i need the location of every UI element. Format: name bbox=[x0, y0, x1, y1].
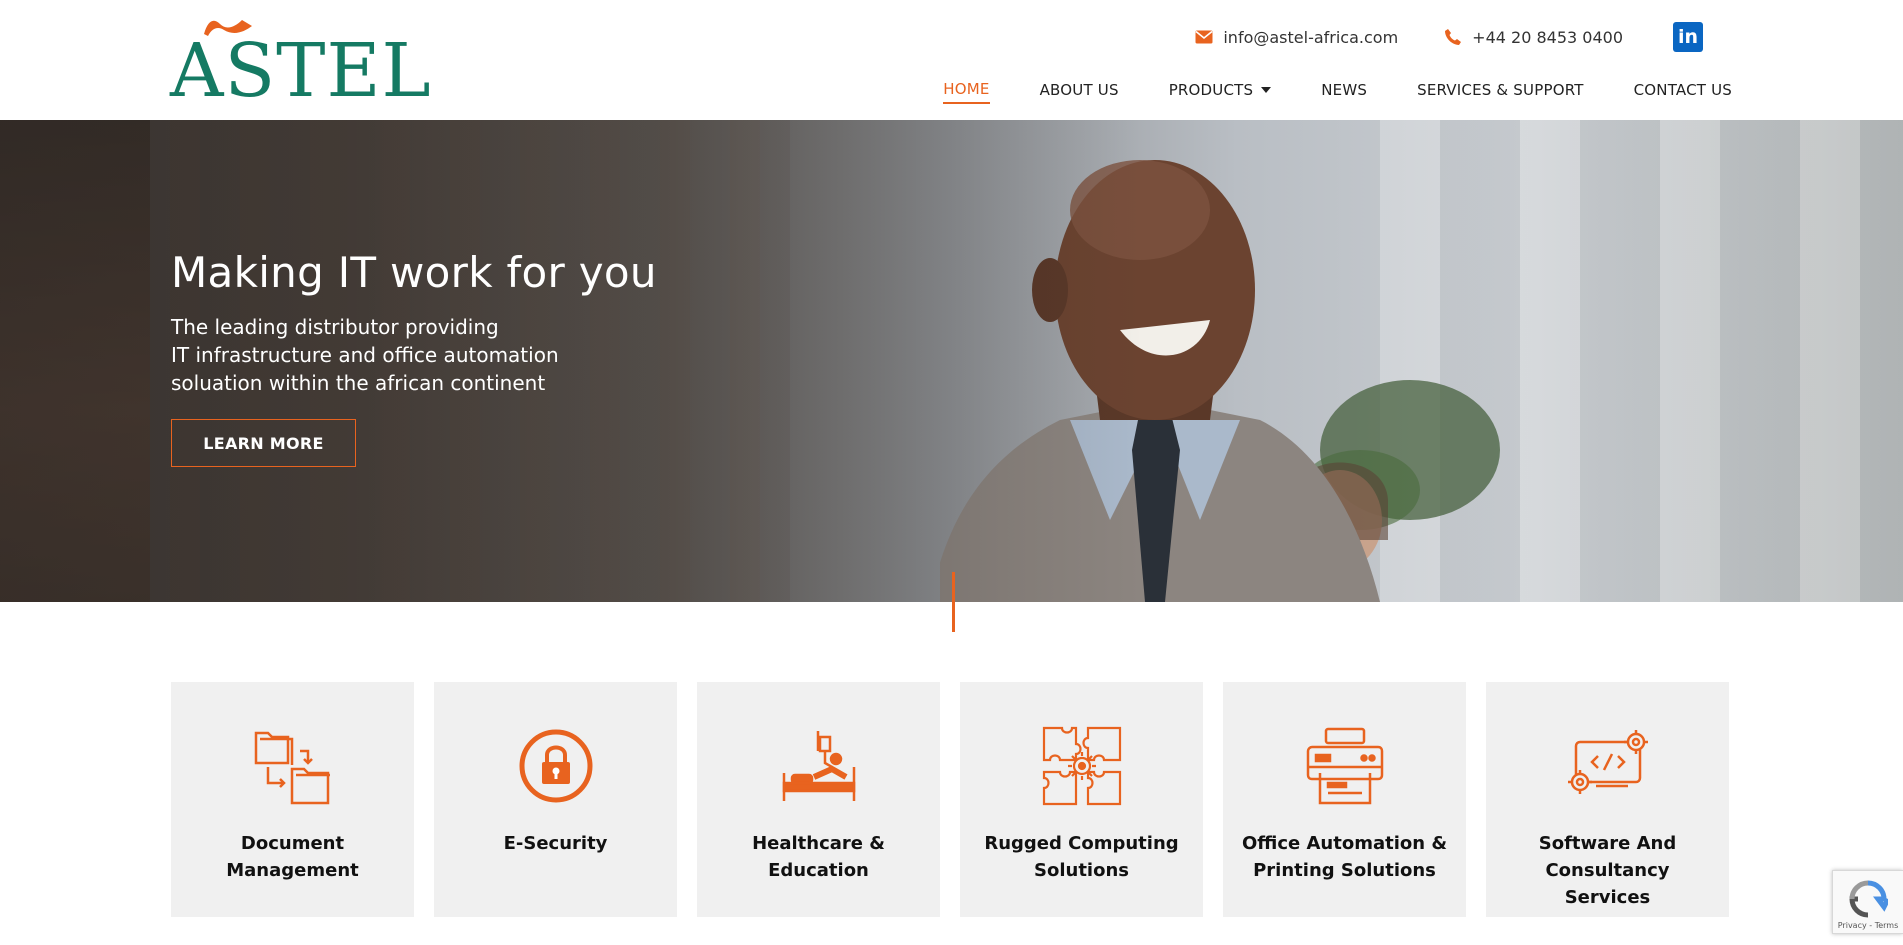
logo-wordmark: ASTEL bbox=[170, 28, 432, 114]
phone-icon bbox=[1445, 29, 1462, 45]
puzzle-gear-icon bbox=[1042, 726, 1122, 806]
recaptcha-badge[interactable]: Privacy - Terms bbox=[1832, 870, 1903, 934]
service-label: Rugged Computing Solutions bbox=[984, 833, 1179, 881]
hero-banner: Making IT work for you The leading distr… bbox=[0, 120, 1903, 602]
service-label: E-Security bbox=[503, 833, 608, 854]
contact-bar: info@astel-africa.com +44 20 8453 0400 i… bbox=[1195, 22, 1703, 52]
main-nav: HOME ABOUT US PRODUCTS NEWS SERVICES & S… bbox=[943, 80, 1732, 104]
service-card-software-consultancy[interactable]: Software And Consultancy Services bbox=[1486, 682, 1729, 917]
learn-more-button[interactable]: LEARN MORE bbox=[171, 419, 356, 467]
printer-icon bbox=[1305, 726, 1385, 806]
service-card-e-security[interactable]: E-Security bbox=[434, 682, 677, 917]
email-text: info@astel-africa.com bbox=[1223, 27, 1399, 47]
service-card-office-automation[interactable]: Office Automation & Printing Solutions bbox=[1223, 682, 1466, 917]
service-card-document-management[interactable]: Document Management bbox=[171, 682, 414, 917]
nav-services-support[interactable]: SERVICES & SUPPORT bbox=[1417, 81, 1583, 103]
nav-contact-us[interactable]: CONTACT US bbox=[1634, 81, 1732, 103]
service-label: Healthcare & Education bbox=[752, 833, 885, 881]
caret-down-icon bbox=[1261, 87, 1272, 93]
nav-home[interactable]: HOME bbox=[943, 80, 990, 104]
hero-subtitle-line: The leading distributor providing bbox=[171, 315, 499, 339]
service-card-rugged-computing[interactable]: Rugged Computing Solutions bbox=[960, 682, 1203, 917]
hospital-bed-icon bbox=[779, 726, 859, 806]
envelope-icon bbox=[1195, 30, 1213, 44]
phone-text: +44 20 8453 0400 bbox=[1472, 27, 1623, 47]
email-contact[interactable]: info@astel-africa.com bbox=[1195, 28, 1398, 47]
hero-subtitle-line: IT infrastructure and office automation bbox=[171, 343, 559, 367]
hero-subtitle: The leading distributor providing IT inf… bbox=[171, 313, 657, 397]
linkedin-icon[interactable]: in bbox=[1673, 22, 1703, 52]
recaptcha-icon bbox=[1849, 880, 1888, 918]
astel-logo[interactable]: ASTEL bbox=[170, 12, 431, 112]
service-card-healthcare-education[interactable]: Healthcare & Education bbox=[697, 682, 940, 917]
nav-news[interactable]: NEWS bbox=[1321, 81, 1367, 103]
folders-icon bbox=[253, 726, 333, 806]
service-label: Software And Consultancy Services bbox=[1538, 833, 1677, 908]
recaptcha-links[interactable]: Privacy - Terms bbox=[1838, 921, 1899, 930]
code-monitor-icon bbox=[1567, 726, 1648, 806]
service-label: Document Management bbox=[226, 833, 359, 881]
section-divider bbox=[952, 572, 955, 632]
lock-icon bbox=[516, 726, 596, 806]
hero-title: Making IT work for you bbox=[171, 248, 657, 297]
site-header: ASTEL info@astel-africa.com +44 20 8453 … bbox=[0, 0, 1903, 120]
services-grid: Document Management E-Security Healthcar… bbox=[171, 682, 1729, 917]
hero-subtitle-line: soluation within the african continent bbox=[171, 371, 546, 395]
hero-content: Making IT work for you The leading distr… bbox=[171, 248, 657, 467]
nav-products[interactable]: PRODUCTS bbox=[1169, 81, 1272, 103]
service-label: Office Automation & Printing Solutions bbox=[1241, 833, 1448, 881]
phone-contact[interactable]: +44 20 8453 0400 bbox=[1444, 28, 1623, 47]
nav-about-us[interactable]: ABOUT US bbox=[1040, 81, 1119, 103]
